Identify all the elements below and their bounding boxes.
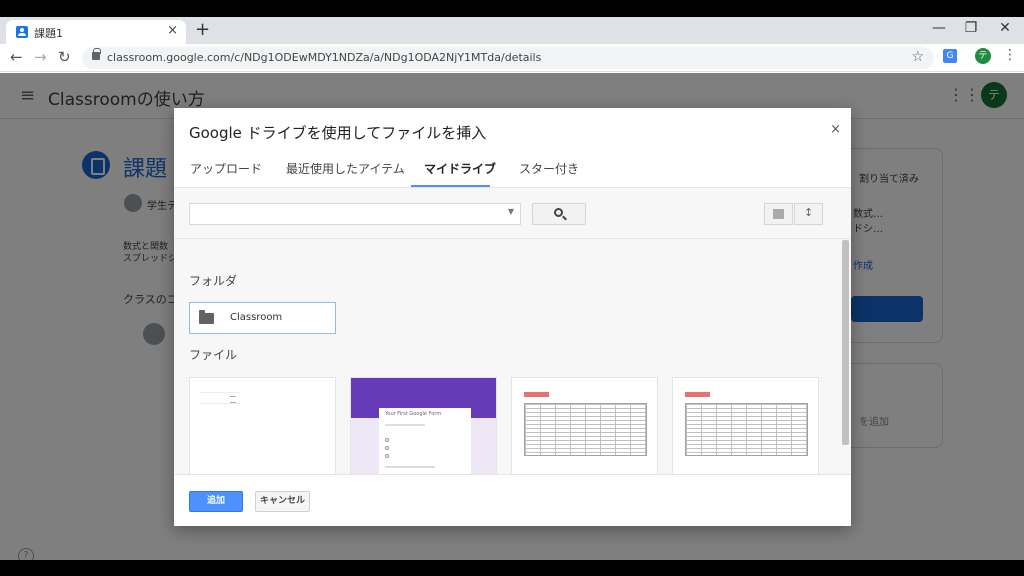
tab-strip: 課題1 × + — ❐ ✕	[0, 17, 1024, 44]
new-tab-button[interactable]: +	[195, 19, 210, 40]
drive-picker-dialog: Google ドライブを使用してファイルを挿入 × アップロード 最近使用したア…	[174, 108, 851, 526]
url-text: classroom.google.com/c/NDg1ODEwMDY1NDZa/…	[107, 51, 542, 64]
file-thumbnail-sheet-1[interactable]	[511, 377, 658, 474]
search-dropdown-icon[interactable]: ▼	[508, 207, 514, 216]
tab-my-drive[interactable]: マイドライブ	[424, 160, 496, 177]
files-label: ファイル	[189, 348, 238, 362]
folders-label: フォルダ	[189, 274, 238, 288]
minimize-button[interactable]: —	[929, 20, 949, 36]
browser-tab[interactable]: 課題1 ×	[6, 20, 186, 44]
classroom-favicon-icon	[16, 26, 28, 38]
form-title: Your First Google Form	[385, 411, 442, 417]
scrollbar[interactable]	[842, 240, 849, 445]
search-icon	[554, 208, 563, 217]
radio-icon	[385, 454, 389, 458]
browser-menu-icon[interactable]: ⋮	[1003, 47, 1017, 63]
file-thumbnail-doc[interactable]	[189, 377, 336, 474]
tab-starred[interactable]: スター付き	[519, 160, 579, 177]
file-thumbnail-form[interactable]: Your First Google Form	[350, 377, 497, 474]
browser-window: 課題1 × + — ❐ ✕ ← → ↻ classroom.google.com…	[0, 17, 1024, 560]
grid-view-icon	[773, 209, 784, 219]
dialog-footer: 追加 キャンセル	[174, 474, 851, 526]
sheet-grid	[685, 403, 808, 456]
dialog-title: Google ドライブを使用してファイルを挿入	[189, 124, 487, 142]
grid-view-button[interactable]	[764, 203, 793, 225]
sort-button[interactable]: ↕	[794, 203, 823, 225]
radio-icon	[385, 438, 389, 442]
cancel-button[interactable]: キャンセル	[255, 491, 310, 512]
browser-toolbar: ← → ↻ classroom.google.com/c/NDg1ODEwMDY…	[0, 44, 1024, 72]
folder-icon	[199, 310, 214, 324]
form-line	[385, 424, 425, 426]
toolbar-divider	[174, 238, 851, 239]
reload-icon[interactable]: ↻	[58, 48, 71, 66]
form-line	[385, 466, 435, 468]
file-thumbnail-sheet-2[interactable]	[672, 377, 819, 474]
search-input[interactable]: ▼	[189, 203, 521, 225]
bookmark-star-icon[interactable]: ☆	[911, 49, 924, 65]
forward-icon[interactable]: →	[34, 48, 47, 66]
form-preview: Your First Google Form	[379, 405, 471, 474]
add-button[interactable]: 追加	[189, 491, 243, 512]
translate-extension-icon[interactable]: G	[943, 49, 957, 63]
sort-az-icon: ↕	[804, 206, 814, 219]
tab-title: 課題1	[34, 27, 63, 40]
tab-close-icon[interactable]: ×	[167, 23, 178, 38]
address-bar[interactable]: classroom.google.com/c/NDg1ODEwMDY1NDZa/…	[82, 47, 934, 69]
back-icon[interactable]: ←	[10, 48, 23, 66]
profile-avatar[interactable]: テ	[975, 48, 991, 64]
folder-item[interactable]: Classroom	[189, 302, 336, 334]
radio-icon	[385, 446, 389, 450]
sheet-header	[685, 392, 710, 397]
doc-preview	[200, 392, 240, 404]
restore-button[interactable]: ❐	[961, 20, 981, 36]
search-button[interactable]	[532, 203, 586, 225]
lock-icon	[92, 48, 101, 60]
window-close-button[interactable]: ✕	[995, 20, 1015, 36]
tab-upload[interactable]: アップロード	[190, 160, 262, 177]
folder-name: Classroom	[230, 312, 283, 323]
sheet-header	[524, 392, 549, 397]
sheet-grid	[524, 403, 647, 456]
dialog-close-icon[interactable]: ×	[830, 122, 841, 137]
picker-body: ▼ ↕ フォルダ Classroom ファイル Your First Googl…	[174, 188, 851, 474]
tab-recent[interactable]: 最近使用したアイテム	[286, 160, 405, 177]
